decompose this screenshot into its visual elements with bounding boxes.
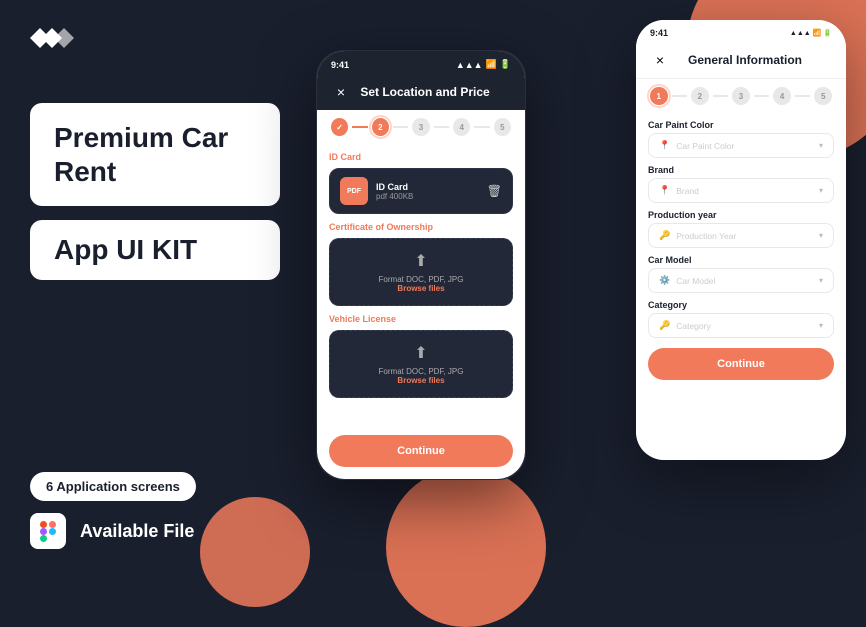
back-continue-btn[interactable]: Continue [329,435,513,467]
back-stepper: ✓ 2 3 4 5 [317,110,525,144]
main-title: Premium Car Rent [54,121,256,188]
phone-front: 9:41 ▲▲▲ 📶 🔋 × General Information 1 2 3 [636,20,846,460]
front-step-3: 3 [732,87,750,105]
field-icon-0: 📍 [659,140,670,151]
field-production-year[interactable]: 🔑 Production Year ▾ [648,223,834,248]
back-step-5: 5 [494,118,511,136]
vehicle-label: Vehicle License [329,314,513,324]
upload-area-certificate[interactable]: ⬆ Format DOC, PDF, JPG Browse files [329,238,513,306]
back-step-3: 3 [412,118,429,136]
logo [30,28,280,73]
form-section: Car Paint Color 📍 Car Paint Color ▾ Bran… [636,113,846,338]
available-label: Available File [80,521,194,542]
front-continue-btn[interactable]: Continue [648,348,834,380]
file-size: pdf 400KB [376,192,479,201]
upload-text-2: Format DOC, PDF, JPG [338,367,504,376]
badge-row: 6 Application screens [30,472,280,501]
id-card-file: PDF ID Card pdf 400KB 🗑 [329,168,513,214]
front-close-btn[interactable]: × [650,50,670,70]
front-step-line-4 [795,95,811,97]
front-step-5: 5 [814,87,832,105]
front-step-line-2 [713,95,729,97]
title-box: Premium Car Rent [30,103,280,206]
upload-icon-1: ⬆ [338,251,504,271]
phone-front-status-bar: 9:41 ▲▲▲ 📶 🔋 [636,20,846,42]
front-step-2: 2 [691,87,709,105]
back-step-4: 4 [453,118,470,136]
back-step-line-1 [352,126,367,128]
chevron-1: ▾ [819,186,823,195]
front-step-line-1 [672,95,688,97]
field-label-0: Car Paint Color [648,120,834,130]
front-stepper: 1 2 3 4 5 [636,79,846,113]
field-category[interactable]: 🔑 Category ▾ [648,313,834,338]
phone-front-time: 9:41 [650,28,668,38]
front-step-1: 1 [650,87,668,105]
file-name: ID Card [376,182,479,192]
field-label-1: Brand [648,165,834,175]
back-header-title: Set Location and Price [359,85,491,99]
phones-area: 9:41 ▲▲▲ 📶 🔋 × Set Location and Price ✓ … [286,0,866,577]
delete-icon[interactable]: 🗑 [487,184,502,198]
field-brand[interactable]: 📍 Brand ▾ [648,178,834,203]
back-content: ID Card PDF ID Card pdf 400KB 🗑 Certific… [317,144,525,427]
id-card-label: ID Card [329,152,513,162]
phone-front-screen: 9:41 ▲▲▲ 📶 🔋 × General Information 1 2 3 [636,20,846,460]
field-icon-4: 🔑 [659,320,670,331]
field-label-3: Car Model [648,255,834,265]
back-step-line-2 [393,126,408,128]
phone-back-time: 9:41 [331,60,349,70]
field-paint-color[interactable]: 📍 Car Paint Color ▾ [648,133,834,158]
upload-text-1: Format DOC, PDF, JPG [338,275,504,284]
field-icon-1: 📍 [659,185,670,196]
front-step-4: 4 [773,87,791,105]
status-icons: ▲▲▲ 📶 🔋 [456,59,511,70]
sub-title: App UI KIT [54,234,256,266]
chevron-0: ▾ [819,141,823,150]
left-panel: Premium Car Rent App UI KIT 6 Applicatio… [0,0,310,577]
subtitle-box: App UI KIT [30,220,280,280]
back-step-1: ✓ [331,118,348,136]
back-step-2: 2 [372,118,389,136]
chevron-3: ▾ [819,276,823,285]
phone-front-header: × General Information [636,42,846,79]
front-header-title: General Information [678,53,812,67]
front-step-line-3 [754,95,770,97]
field-label-2: Production year [648,210,834,220]
figma-row: Available File [30,513,280,549]
field-placeholder-1: Brand [676,186,813,196]
phone-back-screen: 9:41 ▲▲▲ 📶 🔋 × Set Location and Price ✓ … [317,51,525,479]
back-step-line-3 [434,126,449,128]
field-label-4: Category [648,300,834,310]
upload-icon-2: ⬆ [338,343,504,363]
field-placeholder-2: Production Year [676,231,813,241]
field-icon-3: ⚙️ [659,275,670,286]
back-step-line-4 [474,126,489,128]
field-icon-2: 🔑 [659,230,670,241]
figma-icon [30,513,66,549]
chevron-4: ▾ [819,321,823,330]
certificate-label: Certificate of Ownership [329,222,513,232]
field-placeholder-4: Category [676,321,813,331]
field-car-model[interactable]: ⚙️ Car Model ▾ [648,268,834,293]
pdf-icon: PDF [340,177,368,205]
screens-badge: 6 Application screens [30,472,196,501]
file-info: ID Card pdf 400KB [376,182,479,201]
back-close-btn[interactable]: × [331,82,351,102]
field-placeholder-0: Car Paint Color [676,141,813,151]
chevron-2: ▾ [819,231,823,240]
front-status-icons: ▲▲▲ 📶 🔋 [790,29,832,37]
phone-back-status-bar: 9:41 ▲▲▲ 📶 🔋 [317,51,525,74]
field-placeholder-3: Car Model [676,276,813,286]
browse-link-1[interactable]: Browse files [338,284,504,293]
phone-back: 9:41 ▲▲▲ 📶 🔋 × Set Location and Price ✓ … [316,50,526,480]
upload-area-vehicle[interactable]: ⬆ Format DOC, PDF, JPG Browse files [329,330,513,398]
phone-back-header: × Set Location and Price [317,74,525,110]
browse-link-2[interactable]: Browse files [338,376,504,385]
